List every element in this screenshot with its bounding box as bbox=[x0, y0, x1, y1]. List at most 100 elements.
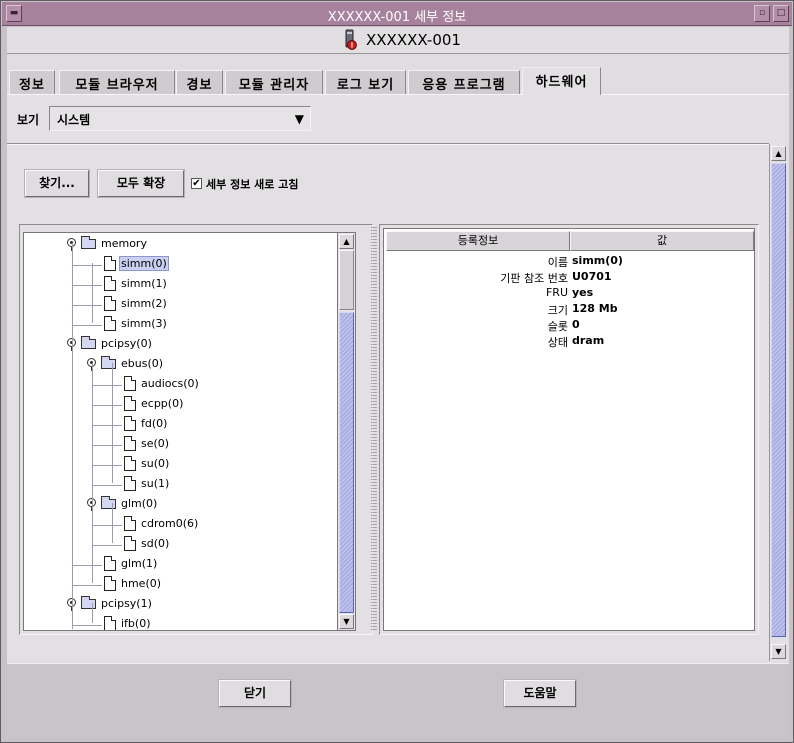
tree-node-label: simm(1) bbox=[121, 277, 167, 290]
help-button[interactable]: 도움말 bbox=[504, 680, 576, 707]
file-icon bbox=[104, 316, 116, 331]
tree-node-label: fd(0) bbox=[141, 417, 168, 430]
tree-connector bbox=[72, 285, 102, 286]
separator bbox=[7, 143, 769, 145]
scroll-down-icon[interactable]: ▼ bbox=[771, 644, 786, 659]
column-header-property[interactable]: 등록정보 bbox=[386, 231, 570, 251]
scroll-track-segment[interactable] bbox=[339, 250, 354, 310]
tree-node-label: ebus(0) bbox=[121, 357, 164, 370]
host-header: ! XXXXXX-001 bbox=[7, 27, 789, 54]
property-key: 기판 참조 번호 bbox=[500, 272, 568, 285]
property-row: 크기 128 Mb bbox=[384, 302, 754, 318]
tree-connector bbox=[92, 525, 122, 526]
dropdown-arrow-icon[interactable]: ▼ bbox=[295, 112, 304, 126]
view-select[interactable]: 시스템 ▼ bbox=[49, 106, 311, 131]
expand-all-button[interactable]: 모두 확장 bbox=[98, 170, 184, 197]
file-icon bbox=[104, 296, 116, 311]
tree-node-label: pcipsy(0) bbox=[101, 337, 152, 350]
scroll-up-icon[interactable]: ▲ bbox=[339, 234, 354, 249]
folder-icon bbox=[101, 496, 116, 509]
tree-connector bbox=[92, 465, 122, 466]
column-header-value[interactable]: 값 bbox=[570, 231, 754, 251]
file-icon bbox=[104, 556, 116, 571]
property-value: yes bbox=[572, 286, 594, 299]
property-value: dram bbox=[572, 334, 605, 347]
property-key: 상태 bbox=[547, 336, 568, 349]
tab-info[interactable]: 정보 bbox=[9, 70, 55, 94]
tree-node-label: simm(2) bbox=[121, 297, 167, 310]
file-icon bbox=[124, 436, 136, 451]
property-row: 기판 참조 번호 U0701 bbox=[384, 270, 754, 286]
folder-icon bbox=[81, 236, 96, 249]
tab-module-browser[interactable]: 모듈 브라우저 bbox=[59, 70, 175, 94]
folder-icon bbox=[81, 596, 96, 609]
view-select-value: 시스템 bbox=[57, 113, 91, 127]
view-label: 보기 bbox=[17, 113, 40, 127]
file-icon bbox=[104, 616, 116, 630]
tree-node-label: pcipsy(1) bbox=[101, 597, 152, 610]
tree-connector bbox=[72, 305, 102, 306]
property-value: U0701 bbox=[572, 270, 612, 283]
tree-connector bbox=[92, 263, 93, 323]
tab-hardware[interactable]: 하드웨어 bbox=[522, 67, 601, 95]
tree-node-label: sd(0) bbox=[141, 537, 170, 550]
tree-connector bbox=[92, 445, 122, 446]
tree-node-label: glm(1) bbox=[121, 557, 158, 570]
close-button[interactable]: 닫기 bbox=[219, 680, 291, 707]
property-key: 슬롯 bbox=[547, 320, 568, 333]
tree-node-label: glm(0) bbox=[121, 497, 158, 510]
tab-alarms[interactable]: 경보 bbox=[176, 70, 223, 94]
file-icon bbox=[124, 376, 136, 391]
property-key: 이름 bbox=[547, 256, 568, 269]
pane-splitter[interactable] bbox=[371, 227, 377, 631]
property-value: 0 bbox=[572, 318, 580, 331]
folder-icon bbox=[81, 336, 96, 349]
tree-connector bbox=[92, 405, 122, 406]
tree-scrollbar[interactable]: ▲ ▼ bbox=[338, 232, 356, 631]
file-icon bbox=[124, 536, 136, 551]
scroll-track[interactable] bbox=[338, 250, 354, 614]
hardware-tree[interactable]: memory simm(0) simm(1) simm(2) simm(3) pcipsy… bbox=[23, 232, 338, 631]
property-key: FRU bbox=[545, 286, 568, 299]
tree-node-label: se(0) bbox=[141, 437, 170, 450]
scroll-down-icon[interactable]: ▼ bbox=[339, 614, 354, 629]
tree-connector bbox=[112, 503, 113, 543]
scroll-up-icon[interactable]: ▲ bbox=[771, 146, 786, 161]
tree-connector bbox=[92, 385, 122, 386]
file-icon bbox=[124, 416, 136, 431]
file-icon bbox=[124, 396, 136, 411]
title-bar[interactable]: ▬ XXXXXX-001 세부 정보 ▫ □ bbox=[2, 2, 792, 26]
scroll-thumb[interactable] bbox=[339, 312, 354, 613]
tree-node-label: memory bbox=[101, 237, 147, 250]
tree-node-label: ecpp(0) bbox=[141, 397, 184, 410]
tree-connector bbox=[72, 565, 102, 566]
tree-node-label: ifb(0) bbox=[121, 617, 151, 630]
tree-connector bbox=[92, 603, 93, 623]
tree-node-label: su(1) bbox=[141, 477, 170, 490]
tree-node-label: audiocs(0) bbox=[141, 377, 199, 390]
window-title: XXXXXX-001 세부 정보 bbox=[327, 10, 467, 25]
tab-module-manager[interactable]: 모듈 관리자 bbox=[225, 70, 323, 94]
maximize-icon[interactable]: □ bbox=[773, 5, 789, 22]
refresh-details-label: 세부 정보 새로 고침 bbox=[206, 178, 299, 191]
tab-log-view[interactable]: 로그 보기 bbox=[325, 70, 406, 94]
panel-scrollbar[interactable]: ▲ ▼ bbox=[769, 144, 787, 661]
properties-panel: 등록정보 값 이름 simm(0) 기판 참조 번호 U0701 FRU yes 크기 128… bbox=[379, 224, 759, 635]
details-window: ▬ XXXXXX-001 세부 정보 ▫ □ ! XXXXXX-001 정보 모… bbox=[0, 0, 794, 743]
hardware-tree-panel: memory simm(0) simm(1) simm(2) simm(3) pcipsy… bbox=[19, 224, 373, 635]
find-button[interactable]: 찾기... bbox=[25, 170, 89, 197]
file-icon bbox=[104, 276, 116, 291]
tree-connector bbox=[72, 265, 102, 266]
minimize-icon[interactable]: ▫ bbox=[754, 5, 770, 22]
scroll-thumb[interactable] bbox=[771, 163, 786, 637]
tree-connector bbox=[72, 625, 102, 626]
tree-connector bbox=[92, 425, 122, 426]
file-icon bbox=[104, 256, 116, 271]
tree-connector bbox=[72, 585, 102, 586]
tree-node-label: simm(3) bbox=[121, 317, 167, 330]
tab-applications[interactable]: 응용 프로그램 bbox=[408, 70, 520, 94]
svg-text:!: ! bbox=[350, 42, 353, 50]
tree-connector bbox=[92, 363, 93, 583]
refresh-details-checkbox[interactable]: ✔ bbox=[191, 178, 202, 189]
property-row: FRU yes bbox=[384, 286, 754, 302]
